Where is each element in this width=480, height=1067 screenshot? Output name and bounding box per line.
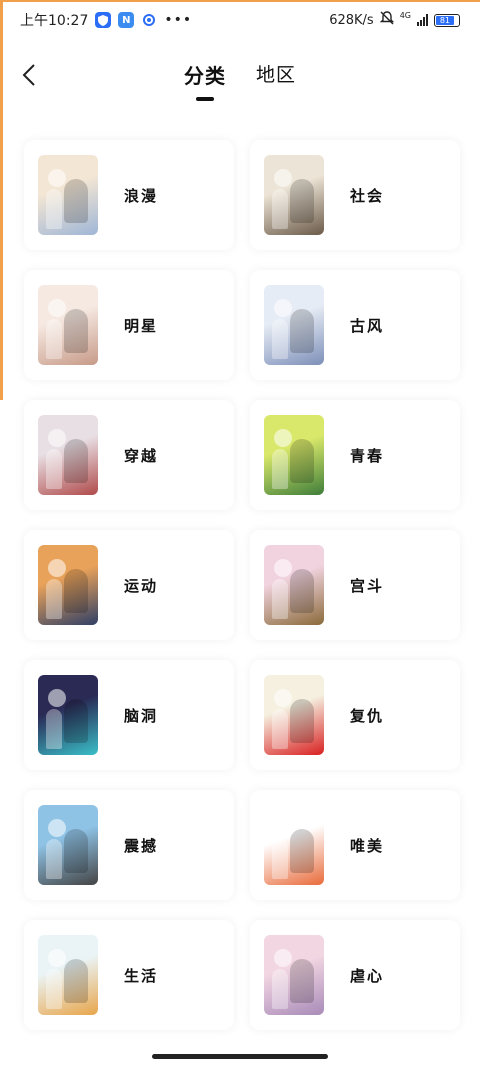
category-label: 青春 (350, 446, 385, 465)
category-label: 虐心 (350, 966, 385, 985)
status-time: 上午10:27 (20, 13, 89, 29)
more-dots-icon: ••• (164, 12, 193, 28)
category-label: 宫斗 (350, 576, 385, 595)
category-thumbnail (38, 935, 98, 1015)
category-label: 明星 (124, 316, 159, 335)
status-right: 628K/s 4G 81 (329, 11, 460, 29)
category-card[interactable]: 虐心 (250, 920, 460, 1030)
category-thumbnail (264, 415, 324, 495)
tab-category[interactable]: 分类 (183, 60, 226, 101)
category-thumbnail (38, 415, 98, 495)
category-card[interactable]: 运动 (24, 530, 234, 640)
shield-icon (95, 12, 112, 28)
category-thumbnail (38, 545, 98, 625)
mute-bell-icon (379, 11, 394, 29)
category-card[interactable]: 明星 (24, 270, 234, 380)
category-label: 浪漫 (124, 186, 159, 205)
category-thumbnail (264, 935, 324, 1015)
category-grid: 浪漫 社会明星 古风穿越 青春运动 宫斗脑洞 复仇震撼 唯美生活 虐心 (24, 140, 460, 1030)
nav-bar: 分类 地区 (0, 48, 480, 108)
category-thumbnail (38, 675, 98, 755)
tab-region-label: 地区 (255, 64, 296, 86)
category-card[interactable]: 穿越 (24, 400, 234, 510)
circle-app-icon (141, 12, 158, 28)
category-card[interactable]: 生活 (24, 920, 234, 1030)
category-thumbnail (264, 155, 324, 235)
tab-category-label: 分类 (183, 64, 226, 88)
category-label: 运动 (124, 576, 159, 595)
category-thumbnail (264, 285, 324, 365)
home-indicator[interactable] (152, 1054, 328, 1059)
status-left: 上午10:27 N ••• (20, 10, 192, 30)
category-label: 震撼 (124, 836, 159, 855)
category-card[interactable]: 社会 (250, 140, 460, 250)
category-card[interactable]: 浪漫 (24, 140, 234, 250)
category-card[interactable]: 唯美 (250, 790, 460, 900)
signal-icon (417, 14, 428, 26)
category-thumbnail (264, 805, 324, 885)
battery-level: 81 (436, 15, 454, 25)
category-label: 古风 (350, 316, 385, 335)
category-thumbnail (38, 155, 98, 235)
category-label: 复仇 (350, 706, 385, 725)
status-bar: 上午10:27 N ••• 628K/s 4G 81 (0, 0, 480, 40)
category-thumbnail (38, 805, 98, 885)
category-label: 社会 (350, 186, 385, 205)
category-label: 脑洞 (124, 706, 159, 725)
category-card[interactable]: 脑洞 (24, 660, 234, 770)
network-speed: 628K/s (329, 12, 374, 28)
category-label: 唯美 (350, 836, 385, 855)
category-card[interactable]: 震撼 (24, 790, 234, 900)
category-thumbnail (264, 675, 324, 755)
category-thumbnail (38, 285, 98, 365)
tab-region[interactable]: 地区 (256, 60, 296, 97)
tab-bar: 分类 地区 (0, 60, 480, 101)
category-card[interactable]: 古风 (250, 270, 460, 380)
battery-icon: 81 (434, 13, 460, 27)
category-label: 穿越 (124, 446, 159, 465)
category-card[interactable]: 复仇 (250, 660, 460, 770)
network-type: 4G (399, 11, 411, 20)
category-card[interactable]: 宫斗 (250, 530, 460, 640)
n-app-icon: N (118, 12, 135, 28)
category-label: 生活 (124, 966, 159, 985)
category-thumbnail (264, 545, 324, 625)
category-card[interactable]: 青春 (250, 400, 460, 510)
tab-indicator (195, 97, 214, 101)
